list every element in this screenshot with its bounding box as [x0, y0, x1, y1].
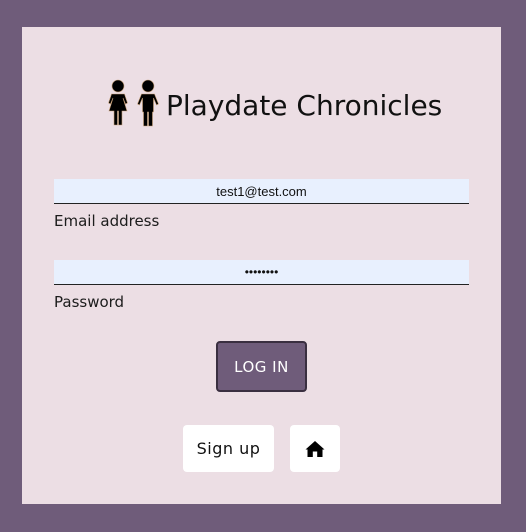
two-children-icon: [108, 79, 159, 127]
home-icon: [305, 440, 325, 457]
login-card: Playdate Chronicles Email address Passwo…: [22, 27, 501, 504]
app-header: Playdate Chronicles: [102, 77, 442, 133]
email-label: Email address: [54, 212, 160, 230]
login-button[interactable]: LOG IN: [216, 341, 307, 392]
password-field-group: Password: [54, 260, 469, 311]
app-title: Playdate Chronicles: [166, 88, 443, 122]
email-input[interactable]: [54, 179, 469, 204]
email-field-group: Email address: [54, 179, 469, 230]
home-button[interactable]: [290, 425, 340, 472]
signup-button[interactable]: Sign up: [183, 425, 274, 472]
password-input[interactable]: [54, 260, 469, 285]
password-label: Password: [54, 293, 125, 311]
